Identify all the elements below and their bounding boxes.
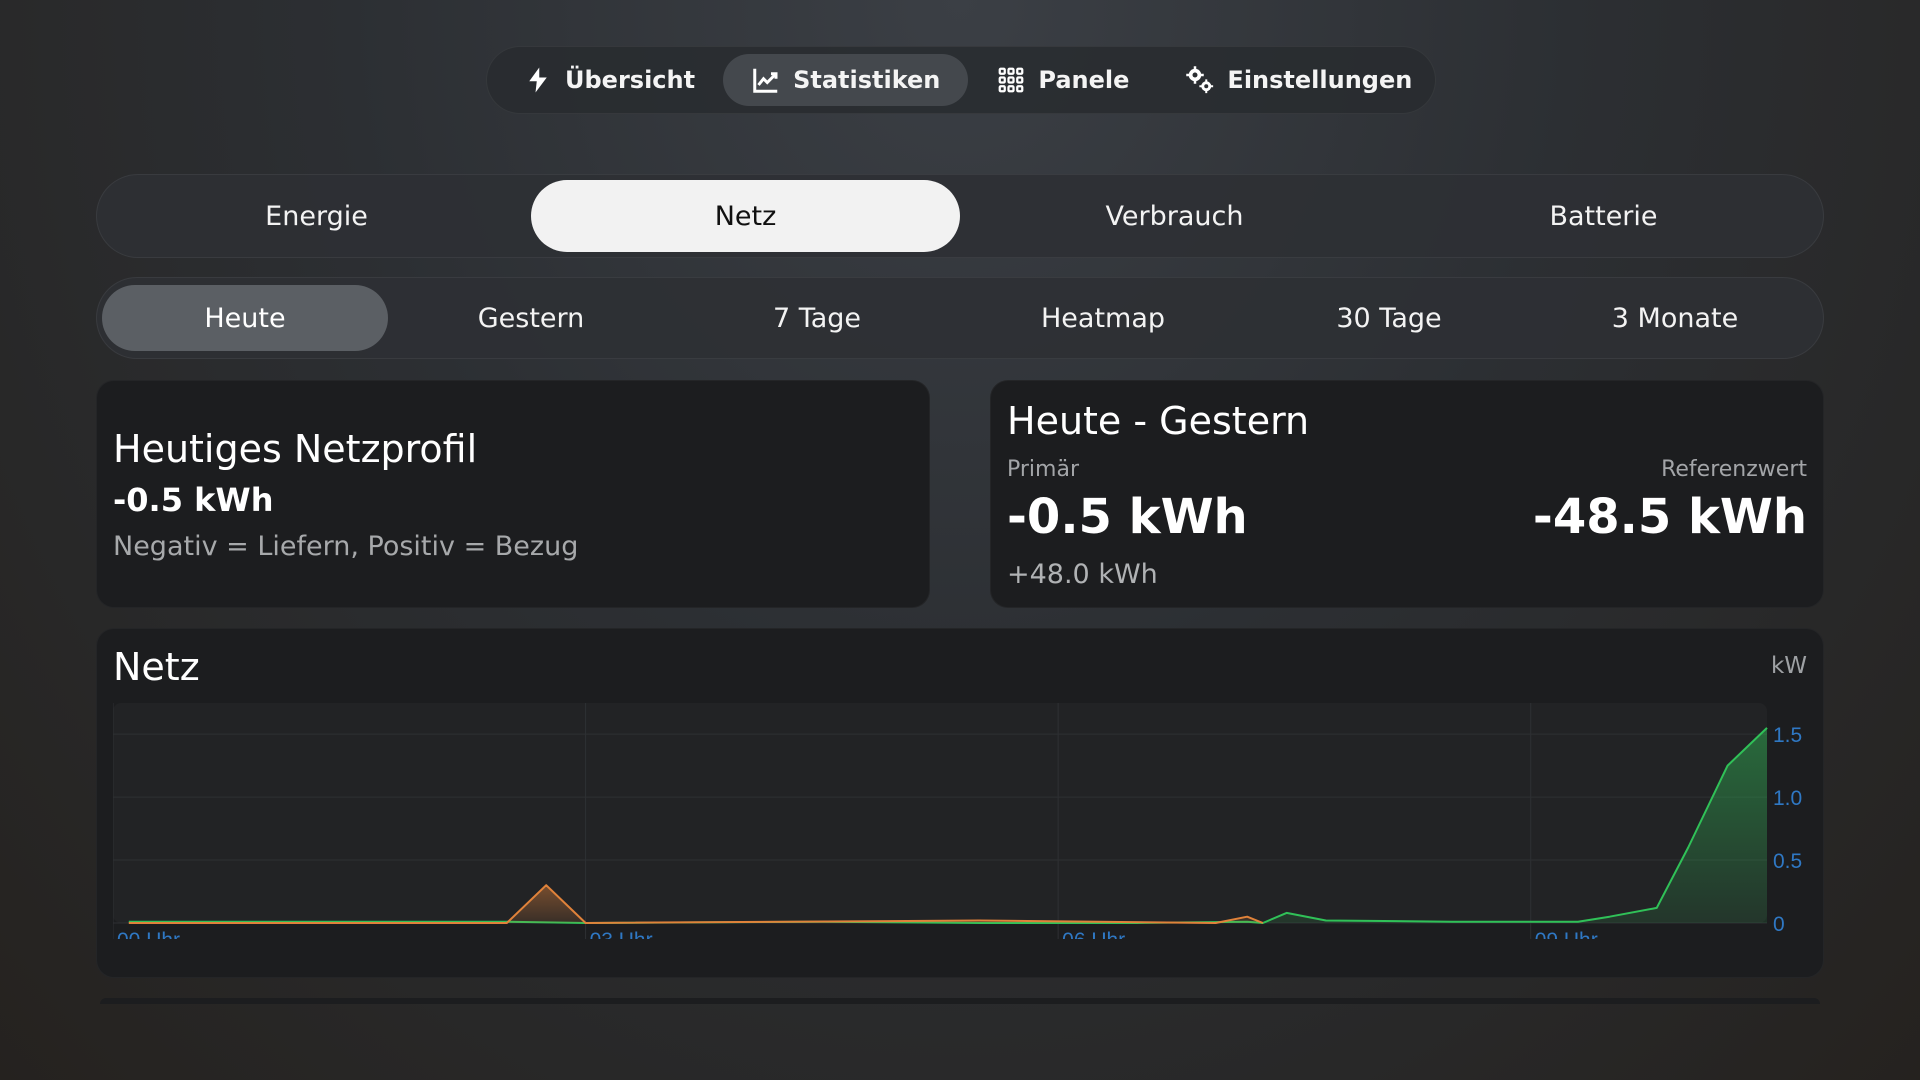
chart-unit: kW [1770,653,1807,679]
tab-3-monate[interactable]: 3 Monate [1532,285,1818,351]
tab-energie[interactable]: Energie [102,180,531,252]
category-tabs: Energie Netz Verbrauch Batterie [96,174,1824,258]
main-navigation: Übersicht Statistiken Panele Einstellung… [486,46,1436,114]
reference-value: -48.5 kWh [1532,489,1807,545]
tab-30-tage[interactable]: 30 Tage [1246,285,1532,351]
y-tick-label: 0 [1773,913,1785,936]
grid-chart-card: Netz kW 0 0.5 1.0 1.5 00 Uhr 03 Uhr 06 Uhr 09 U… [96,628,1824,978]
x-tick-label: 03 Uhr [590,929,653,939]
delta-value: +48.0 kWh [1007,559,1158,590]
grid-icon [999,67,1024,93]
grid-power-chart: 0 0.5 1.0 1.5 00 Uhr 03 Uhr 06 Uhr 09 Uhr [113,703,1802,939]
nav-statistics-label: Statistiken [793,66,941,94]
compare-card: Heute - Gestern Primär Referenzwert -0.5… [990,380,1824,608]
x-tick-label: 00 Uhr [117,929,180,939]
nav-panels[interactable]: Panele [968,54,1157,106]
tab-gestern[interactable]: Gestern [388,285,674,351]
tab-7-tage[interactable]: 7 Tage [674,285,960,351]
range-tabs: Heute Gestern 7 Tage Heatmap 30 Tage 3 M… [96,277,1824,359]
gears-icon [1186,66,1214,94]
y-tick-label: 1.5 [1773,724,1802,747]
tab-batterie[interactable]: Batterie [1389,180,1818,252]
nav-panels-label: Panele [1038,66,1130,94]
y-tick-label: 0.5 [1773,850,1802,873]
next-card-edge [100,998,1820,1004]
plot-background [113,703,1767,923]
grid-profile-card: Heutiges Netzprofil -0.5 kWh Negativ = L… [96,380,930,608]
primary-label: Primär [1007,457,1079,482]
lightning-icon [529,67,547,93]
primary-value: -0.5 kWh [1007,489,1248,545]
chart-title: Netz [113,645,200,689]
nav-statistics[interactable]: Statistiken [723,54,969,106]
nav-overview-label: Übersicht [565,66,696,94]
nav-settings[interactable]: Einstellungen [1157,54,1440,106]
x-tick-label: 06 Uhr [1062,929,1125,939]
y-tick-label: 1.0 [1773,787,1802,810]
tab-verbrauch[interactable]: Verbrauch [960,180,1389,252]
profile-title: Heutiges Netzprofil [113,427,478,471]
tab-netz[interactable]: Netz [531,180,960,252]
profile-value: -0.5 kWh [113,481,274,519]
tab-heatmap[interactable]: Heatmap [960,285,1246,351]
nav-settings-label: Einstellungen [1227,66,1413,94]
tab-heute[interactable]: Heute [102,285,388,351]
reference-label: Referenzwert [1661,457,1807,482]
chart-line-icon [753,68,778,93]
nav-overview[interactable]: Übersicht [495,54,723,106]
x-tick-label: 09 Uhr [1535,929,1598,939]
profile-subtitle: Negativ = Liefern, Positiv = Bezug [113,531,579,562]
compare-title: Heute - Gestern [1007,399,1310,443]
